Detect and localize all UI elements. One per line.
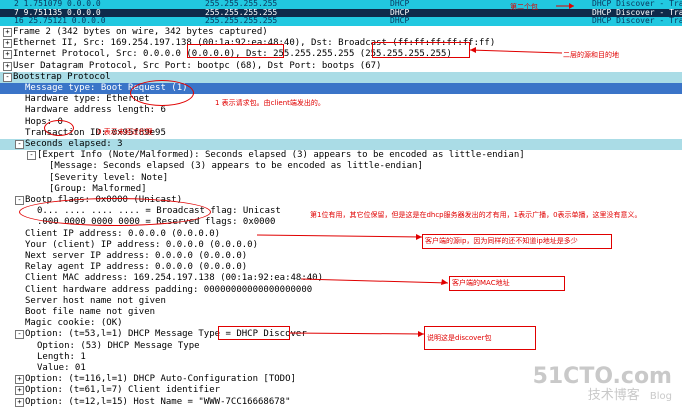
tree-row-text: Option: (t=12,l=15) Host Name = "WWW-7CC…: [25, 396, 291, 407]
tree-row-text: Your (client) IP address: 0.0.0.0 (0.0.0…: [25, 239, 258, 250]
tree-row[interactable]: - Bootstrap Protocol: [0, 71, 682, 83]
tree-row-text: Seconds elapsed: 3: [25, 139, 123, 149]
tree-row[interactable]: Hardware address length: 6: [0, 105, 682, 116]
packet-row[interactable]: 7 9.751135 0.0.0.0 255.255.255.255 DHCP …: [0, 8, 682, 17]
packet-protocol: DHCP: [390, 17, 410, 25]
annotation-arrow: [288, 331, 425, 337]
packet-protocol: DHCP: [390, 8, 410, 17]
tree-row[interactable]: Length: 1: [0, 352, 682, 363]
packet-no-time: 16 25.75121 0.0.0.0: [14, 17, 106, 25]
collapse-icon[interactable]: -: [15, 196, 24, 205]
tree-row-text: Length: 1: [37, 351, 86, 362]
tree-row[interactable]: + Frame 2 (342 bytes on wire, 342 bytes c…: [0, 27, 682, 38]
annotation-msgtype-oval: [130, 80, 194, 106]
tree-row[interactable]: Option: (53) DHCP Message Type: [0, 341, 682, 352]
tree-row-text: Hardware address length: 6: [25, 105, 166, 116]
annotation-arrow: [256, 234, 423, 240]
tree-row-text: Client hardware address padding: 0000000…: [25, 284, 313, 295]
expand-icon[interactable]: +: [3, 39, 12, 49]
annotation-flags-note: 第1位有用，其它位保留，但是这是在dhcp服务器发出的才有用，1表示广播，0表示…: [310, 211, 642, 219]
tree-row[interactable]: Next server IP address: 0.0.0.0 (0.0.0.0…: [0, 251, 682, 262]
expand-icon[interactable]: +: [15, 386, 24, 396]
annotation-discover-box: [218, 326, 290, 340]
tree-row-text: Server host name not given: [25, 295, 166, 306]
packet-no-time: 7 9.751135 0.0.0.0: [14, 8, 101, 17]
annotation-src-mac-box: [187, 44, 284, 58]
tree-row-text: Option: (t=61,l=7) Client identifier: [25, 385, 221, 396]
annotation-hops-note: 0 表示未经过代理: [97, 128, 153, 136]
tree-row[interactable]: [Message: Seconds elapsed (3) appears to…: [0, 161, 682, 172]
expand-icon[interactable]: +: [3, 28, 12, 37]
tree-row[interactable]: + Ethernet II, Src: 169.254.197.138 (00:1…: [0, 38, 682, 49]
annotation-second-packet: 第二个包: [510, 3, 538, 11]
tree-row[interactable]: Hardware type: Ethernet: [0, 94, 682, 105]
watermark: 51CTO.com 技术博客 Blog: [533, 366, 672, 404]
packet-info: DHCP Discover - Tra: [592, 17, 682, 25]
packet-row[interactable]: 16 25.75121 0.0.0.0 255.255.255.255 DHCP…: [0, 17, 682, 26]
tree-row-text: [Expert Info (Note/Malformed): Seconds e…: [37, 150, 525, 161]
collapse-icon[interactable]: -: [27, 151, 36, 161]
annotation-mac-note: 客户端的MAC地址: [449, 276, 565, 291]
annotation-hops-oval: [44, 120, 74, 136]
tree-row[interactable]: - Seconds elapsed: 3: [0, 139, 682, 150]
tree-row-text: Option: (53) DHCP Message Type: [37, 340, 200, 351]
tree-row-text: Boot file name not given: [25, 307, 156, 317]
packet-row[interactable]: 2 1.751079 0.0.0.0 255.255.255.255 DHCP …: [0, 0, 682, 9]
tree-row[interactable]: Message type: Boot Request (1): [0, 83, 682, 94]
watermark-sub: 技术博客: [587, 388, 640, 403]
tree-row[interactable]: Server host name not given: [0, 296, 682, 307]
tree-row[interactable]: [Severity level: Note]: [0, 173, 682, 184]
annotation-msgtype-note: 1 表示请求包。由client端发出的。: [215, 99, 325, 107]
tree-row-text: Option: (t=116,l=1) DHCP Auto-Configurat…: [25, 374, 296, 385]
tree-row[interactable]: Relay agent IP address: 0.0.0.0 (0.0.0.0…: [0, 262, 682, 273]
tree-row-text: Frame 2 (342 bytes on wire, 342 bytes ca…: [13, 27, 268, 37]
tree-row-text: Client IP address: 0.0.0.0 (0.0.0.0): [25, 228, 221, 239]
packet-info: DHCP Discover - Tra: [592, 8, 682, 17]
tree-row-text: [Severity level: Note]: [49, 172, 169, 183]
collapse-icon[interactable]: -: [3, 72, 12, 82]
watermark-blog: Blog: [649, 391, 672, 402]
tree-row-text: Magic cookie: (OK): [25, 318, 123, 329]
packet-protocol: DHCP: [390, 0, 410, 8]
packet-info: DHCP Discover - Tra: [592, 0, 682, 8]
annotation-l2-src-dst: 二层的源和目的地: [563, 51, 619, 59]
expand-icon[interactable]: +: [3, 61, 12, 71]
tree-row-text: User Datagram Protocol, Src Port: bootpc…: [13, 60, 382, 71]
tree-row[interactable]: Hops: 0: [0, 117, 682, 128]
packet-list: 2 1.751079 0.0.0.0 255.255.255.255 DHCP …: [0, 0, 682, 26]
annotation-arrow: [300, 278, 449, 285]
tree-row[interactable]: Client hardware address padding: 0000000…: [0, 285, 682, 296]
tree-row[interactable]: Magic cookie: (OK): [0, 318, 682, 329]
tree-row-text: Next server IP address: 0.0.0.0 (0.0.0.0…: [25, 251, 248, 261]
annotation-arrow: [469, 47, 563, 54]
annotation-discover-note: 说明这是discover包: [424, 326, 536, 350]
annotation-clientip-note: 客户端的源ip，因为同样的还不知道ip地址是多少: [422, 234, 612, 249]
tree-row-text: Value: 01: [37, 363, 86, 373]
packet-destination: 255.255.255.255: [205, 17, 278, 25]
tree-row[interactable]: - [Expert Info (Note/Malformed): Seconds …: [0, 150, 682, 161]
tree-row[interactable]: [Group: Malformed]: [0, 184, 682, 195]
tree-row[interactable]: Boot file name not given: [0, 307, 682, 318]
tree-row[interactable]: + User Datagram Protocol, Src Port: bootp…: [0, 61, 682, 72]
collapse-icon[interactable]: -: [15, 330, 24, 340]
watermark-site: 51CTO.com: [532, 364, 672, 389]
expand-icon[interactable]: +: [3, 50, 12, 60]
tree-row-text: Bootstrap Protocol: [13, 71, 111, 82]
collapse-icon[interactable]: -: [15, 140, 24, 149]
tree-row-text: [Message: Seconds elapsed (3) appears to…: [49, 161, 423, 172]
expand-icon[interactable]: +: [15, 397, 24, 407]
packet-destination: 255.255.255.255: [205, 0, 278, 8]
packet-destination: 255.255.255.255: [205, 8, 278, 17]
packet-no-time: 2 1.751079 0.0.0.0: [14, 0, 101, 8]
tree-row-text: [Group: Malformed]: [49, 183, 147, 194]
expand-icon[interactable]: +: [15, 375, 24, 385]
tree-row-text: Relay agent IP address: 0.0.0.0 (0.0.0.0…: [25, 262, 248, 273]
annotation-flags-oval: [19, 198, 211, 226]
annotation-dst-mac-box: [372, 42, 470, 58]
tree-row-text: Client MAC address: 169.254.197.138 (00:…: [25, 273, 324, 284]
annotation-arrow: [556, 3, 574, 9]
